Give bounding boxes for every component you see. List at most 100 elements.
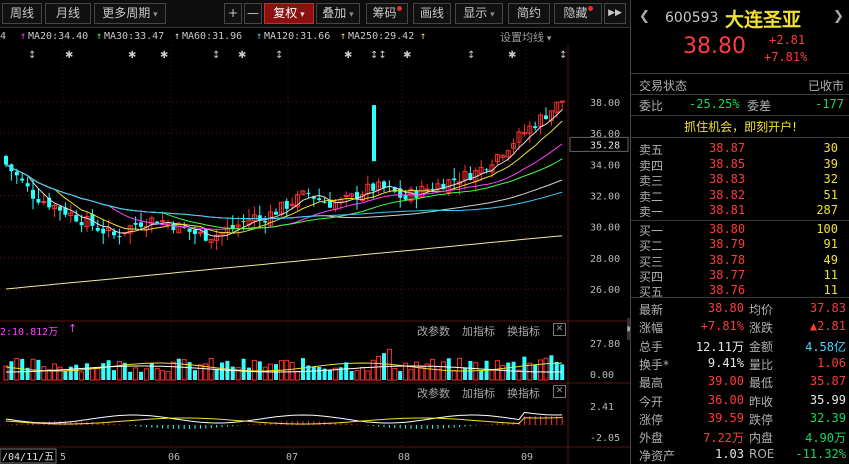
candle-body xyxy=(4,156,8,165)
volume-bar xyxy=(101,363,106,380)
volume-bar xyxy=(440,361,446,381)
divider xyxy=(631,220,849,221)
close-icon[interactable]: ✕ xyxy=(553,323,566,336)
stat-row: 涨停 39.59 跌停 32.39 xyxy=(631,411,849,427)
candle-body xyxy=(133,222,138,225)
zoom-in-button[interactable]: + xyxy=(224,3,242,24)
volume-bar xyxy=(354,370,360,381)
volume-bar xyxy=(554,361,559,380)
stat-label: 总手 xyxy=(639,339,664,354)
zoom-out-button[interactable]: — xyxy=(244,3,262,24)
ma20-value: MA20:34.40 xyxy=(28,31,89,42)
candle-body xyxy=(372,105,376,162)
hide-label: 隐藏 xyxy=(563,6,588,20)
candle-body xyxy=(193,230,197,235)
change-params-button[interactable]: 改参数 xyxy=(417,323,450,339)
ask-level-label: 卖一 xyxy=(639,205,664,219)
more-tools-button[interactable]: ▶▶ xyxy=(604,3,626,24)
event-marker-icon: ✱ xyxy=(160,50,168,61)
stat-label: 跌停 xyxy=(749,412,774,427)
display-dropdown[interactable]: 显示 ▾ xyxy=(455,3,503,24)
weibi-value: -25.25% xyxy=(689,97,740,111)
stat-label: 换手* xyxy=(639,357,670,372)
switch-indicator-button[interactable]: 换指标 xyxy=(507,385,540,401)
open-account-promo[interactable]: 抓住机会，即刻开户! xyxy=(631,118,849,134)
kline-chart[interactable]: 38.0036.0034.0032.0030.0028.0026.0035.28… xyxy=(0,45,630,464)
stat-row: 外盘 7.22万 内盘 4.90万 xyxy=(631,429,849,445)
volume-axis-label: 27.80 xyxy=(590,339,620,350)
weekly-period-button[interactable]: 周线 xyxy=(2,3,42,24)
ma60-value: MA60:31.96 xyxy=(182,31,243,42)
draw-line-button[interactable]: 画线 xyxy=(413,3,451,24)
simple-mode-button[interactable]: 简约 xyxy=(508,3,550,24)
event-marker-icon: ✱ xyxy=(238,50,246,61)
volume-bar xyxy=(359,366,365,381)
ma-legend: 4 ↑ MA20:34.40 ↑ MA30:33.47 ↑ MA60:31.96… xyxy=(0,29,568,45)
stat-value: 35.99 xyxy=(809,392,846,407)
volume-bar xyxy=(214,368,219,380)
hide-button[interactable]: 隐藏 xyxy=(554,3,602,24)
volume-bar xyxy=(74,364,79,380)
price-tick-label: 32.00 xyxy=(590,192,620,203)
volume-bar xyxy=(538,359,544,381)
volume-bar xyxy=(143,368,149,381)
stat-label: 今开 xyxy=(639,394,664,409)
volume-bar xyxy=(413,361,419,381)
chart-toolbar: 周线 月线 更多周期 ▾ + — 复权 ▾ 叠加 ▾ 筹码 画线 显示 ▾ 简约… xyxy=(0,0,630,28)
volume-bar xyxy=(160,370,166,381)
switch-indicator-button[interactable]: 换指标 xyxy=(507,323,540,339)
stat-value: 4.58亿 xyxy=(805,339,846,354)
volume-bar xyxy=(170,361,176,381)
volume-bar xyxy=(3,365,9,381)
volume-bar xyxy=(435,365,441,381)
chart-grid xyxy=(0,45,630,464)
ma-settings-button[interactable]: 设置均线 ▾ xyxy=(500,29,551,45)
weibi-label: 委比 xyxy=(639,99,664,113)
macd-dif-line xyxy=(5,411,563,424)
date-tick-label: 07 xyxy=(286,452,298,463)
volume-bar xyxy=(451,370,457,381)
add-indicator-button[interactable]: 加指标 xyxy=(462,385,495,401)
bid-price: 38.80 xyxy=(709,222,746,236)
volume-arrow-icon: ↑ xyxy=(68,322,78,335)
date-box-label: /04/11/五 xyxy=(2,452,54,463)
monthly-period-button[interactable]: 月线 xyxy=(45,3,91,24)
volume-bar xyxy=(419,366,425,381)
next-stock-icon[interactable]: ❯ xyxy=(833,9,844,24)
ask-level-label: 卖二 xyxy=(639,189,664,204)
volume-bar xyxy=(230,366,235,380)
candle-body xyxy=(263,221,268,223)
candle-body xyxy=(559,100,565,103)
date-tick-label: 5 xyxy=(60,452,66,463)
ask-level-label: 卖四 xyxy=(639,158,664,173)
volume-bar xyxy=(473,362,479,381)
bid-price: 38.79 xyxy=(709,237,746,252)
volume-bar xyxy=(289,361,295,381)
candle-body xyxy=(533,126,538,129)
candle-body xyxy=(230,224,235,229)
volume-bar xyxy=(301,358,305,380)
volume-bar xyxy=(543,357,549,381)
volume-bar xyxy=(197,364,203,381)
add-indicator-button[interactable]: 加指标 xyxy=(462,323,495,339)
volume-bar xyxy=(116,361,122,381)
event-marker-icon: ↕↕ xyxy=(370,50,387,61)
volume-bar xyxy=(392,368,398,381)
prev-stock-icon[interactable]: ❮ xyxy=(639,9,650,24)
more-periods-dropdown[interactable]: 更多周期 ▾ xyxy=(94,3,166,24)
ma250-value: MA250:29.42 xyxy=(348,31,415,42)
candle-body xyxy=(317,198,322,201)
chips-button[interactable]: 筹码 xyxy=(366,3,408,24)
fuquan-dropdown[interactable]: 复权 ▾ xyxy=(264,3,314,24)
stock-name: 大连圣亚 xyxy=(725,9,802,31)
ma30-arrow-icon: ↑ xyxy=(96,31,103,42)
change-params-button[interactable]: 改参数 xyxy=(417,385,450,401)
bid-row: 买二 38.79 91 xyxy=(631,237,849,253)
candle-body xyxy=(452,178,457,181)
fuquan-label: 复权 xyxy=(273,6,298,20)
event-marker-icon: ✱ xyxy=(65,50,73,61)
overlay-dropdown[interactable]: 叠加 ▾ xyxy=(316,3,360,24)
ma250-arrow-icon: ↑ xyxy=(340,31,347,42)
close-icon[interactable]: ✕ xyxy=(553,385,566,398)
minus-icon: — xyxy=(247,6,259,20)
